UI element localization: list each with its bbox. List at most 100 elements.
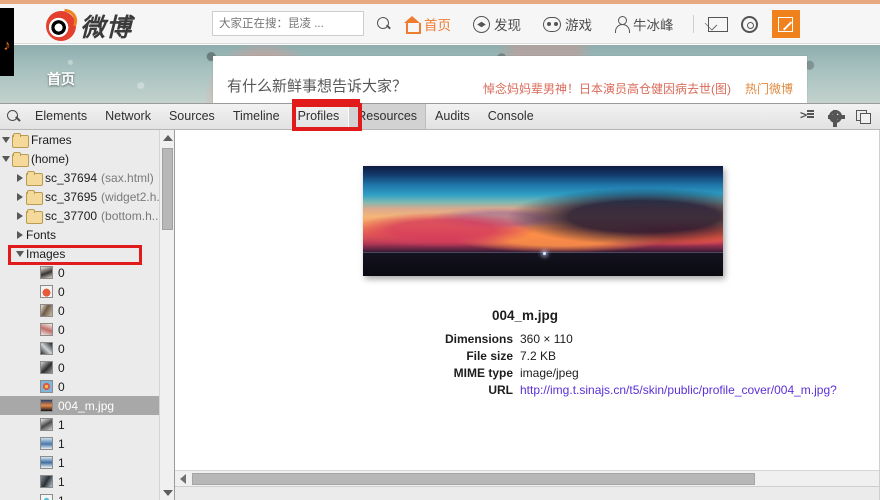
dock-side-button[interactable] (850, 104, 876, 129)
devtools-tab-strip: Elements Network Sources Timeline Profil… (26, 104, 543, 129)
compose-button[interactable] (771, 10, 800, 38)
messages-button[interactable] (702, 11, 734, 37)
tree-row-subtitle: (widget2.h... (101, 189, 167, 204)
tab-profiles[interactable]: Profiles (289, 104, 349, 129)
nav-item-profile-label: 牛冰峰 (633, 18, 674, 33)
weibo-search-box[interactable] (212, 11, 389, 36)
tab-elements[interactable]: Elements (26, 104, 96, 129)
property-value: 360 × 110 (520, 331, 573, 346)
tree-row[interactable]: 1 (0, 415, 160, 434)
weibo-eye-logo-icon (46, 11, 76, 41)
tree-row[interactable]: 0 (0, 320, 160, 339)
chevron-right-icon[interactable] (14, 168, 26, 187)
property-key: Dimensions (444, 331, 513, 346)
nav-item-home-label: 首页 (424, 18, 451, 33)
tree-row[interactable]: 1 (0, 453, 160, 472)
tree-row-label: 1 (58, 474, 65, 489)
image-thumbnail-icon (40, 475, 53, 488)
search-button[interactable] (377, 12, 391, 35)
folder-icon (26, 208, 43, 224)
devtools-settings-button[interactable] (822, 104, 848, 129)
tree-row[interactable]: 1 (0, 472, 160, 491)
compose-post-box[interactable]: 有什么新鲜事想告诉大家？ 悼念妈妈辈男神！日本演员高仓健因病去世(图) 热门微博 (213, 56, 807, 103)
tree-row[interactable]: 1 (0, 491, 160, 500)
nav-item-profile[interactable]: 牛冰峰 (603, 11, 685, 37)
preview-properties: Dimensions 360 × 110 File size 7.2 KB MIME t… (175, 330, 875, 398)
tree-row[interactable]: (home) (0, 149, 160, 168)
settings-button[interactable] (734, 11, 766, 37)
nav-item-games[interactable]: 游戏 (532, 11, 603, 37)
tree-row-label: sc_37700 (45, 208, 98, 223)
hot-weibo-link[interactable]: 热门微博 (745, 80, 793, 97)
search-input[interactable] (213, 12, 377, 35)
tree-row[interactable]: 0 (0, 263, 160, 282)
devtools-panel: Elements Network Sources Timeline Profil… (0, 103, 880, 500)
resource-preview-pane: 004_m.jpg Dimensions 360 × 110 File size 7.… (175, 130, 880, 500)
tree-row[interactable]: 0 (0, 358, 160, 377)
image-thumbnail-icon (40, 304, 53, 317)
chevron-right-icon[interactable] (14, 225, 26, 244)
tree-row[interactable]: sc_37694 (sax.html) (0, 168, 160, 187)
scroll-down-arrow[interactable] (160, 485, 174, 500)
tree-row[interactable]: sc_37695 (widget2.h... (0, 187, 166, 206)
nav-item-discover-label: 发现 (494, 18, 521, 33)
image-thumbnail-icon (40, 342, 53, 355)
property-row: File size 7.2 KB (175, 347, 875, 364)
music-note-icon[interactable]: ♪ (1, 38, 13, 54)
tree-row[interactable]: 0 (0, 339, 160, 358)
toggle-drawer-button[interactable] (794, 104, 820, 129)
folder-icon (12, 151, 29, 167)
tree-row[interactable]: Images (0, 244, 160, 263)
hot-topic-headline[interactable]: 悼念妈妈辈男神！日本演员高仓健因病去世(图) (483, 80, 731, 97)
tree-row[interactable]: 0 (0, 377, 160, 396)
image-thumbnail-icon (40, 285, 53, 298)
tree-row[interactable]: 0 (0, 282, 160, 301)
tree-row[interactable]: 1 (0, 434, 160, 453)
nav-item-home[interactable]: 首页 (392, 11, 462, 37)
property-key: URL (488, 382, 513, 397)
tab-audits[interactable]: Audits (426, 104, 479, 129)
nav-divider (692, 15, 694, 33)
tree-row-label: 0 (58, 265, 65, 280)
sidebar-scroll-thumb[interactable] (162, 148, 173, 230)
chevron-right-icon[interactable] (14, 187, 26, 206)
devtools-toolbar-actions (794, 104, 876, 129)
resource-url-link[interactable]: http://img.t.sinajs.cn/t5/skin/public/pr… (520, 383, 837, 397)
weibo-logo[interactable]: 微博 (46, 8, 132, 44)
tree-row[interactable]: 0 (0, 301, 160, 320)
tree-row-label: 0 (58, 303, 65, 318)
tree-row[interactable]: Frames (0, 130, 160, 149)
tab-resources[interactable]: Resources (348, 104, 427, 129)
tab-timeline[interactable]: Timeline (224, 104, 289, 129)
chevron-down-icon[interactable] (14, 244, 26, 263)
tab-sources[interactable]: Sources (160, 104, 224, 129)
scroll-up-arrow[interactable] (160, 130, 174, 145)
image-thumbnail-icon (40, 399, 53, 412)
chevron-right-icon[interactable] (14, 206, 26, 225)
sidebar-scrollbar[interactable] (159, 130, 174, 500)
chevron-down-icon[interactable] (0, 130, 12, 149)
ground-silhouette (363, 252, 723, 276)
tab-network[interactable]: Network (96, 104, 160, 129)
tree-row[interactable]: sc_37700 (bottom.h... (0, 206, 162, 225)
property-row: URL http://img.t.sinajs.cn/t5/skin/public… (175, 381, 875, 398)
tree-row-label: 0 (58, 284, 65, 299)
nav-item-discover[interactable]: 发现 (462, 11, 532, 37)
tab-console[interactable]: Console (479, 104, 543, 129)
preview-horizontal-scrollbar[interactable] (175, 470, 880, 486)
tree-row[interactable]: 004_m.jpg (0, 396, 160, 415)
chevron-down-icon[interactable] (0, 149, 12, 168)
scroll-left-arrow[interactable] (175, 471, 190, 486)
left-side-rail[interactable]: ♪ (0, 8, 14, 76)
inspect-element-button[interactable] (0, 104, 26, 129)
preview-filename: 004_m.jpg (491, 308, 559, 323)
resources-sidebar[interactable]: Frames (home) sc_37694 (sax.html) sc_37695 (w… (0, 130, 175, 500)
preview-scroll-thumb[interactable] (192, 473, 755, 485)
tree-row[interactable]: Fonts (0, 225, 160, 244)
tree-row-label: 1 (58, 455, 65, 470)
envelope-icon (707, 16, 728, 32)
